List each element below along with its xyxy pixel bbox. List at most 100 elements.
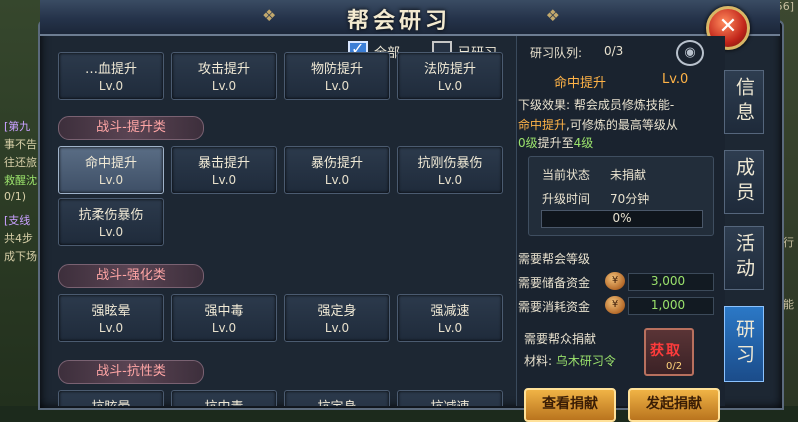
- skill-cell[interactable]: 抗减速: [397, 390, 503, 406]
- eye-icon[interactable]: ◉: [676, 40, 704, 66]
- skill-level: Lv.0: [98, 321, 124, 335]
- effect-line-2: 命中提升,可修炼的最高等级从: [518, 116, 678, 133]
- view-donations-button[interactable]: 查看捐献: [524, 388, 616, 422]
- skill-name: 抗柔伤暴伤: [78, 208, 144, 223]
- effect-line-1: 下级效果: 帮会成员修炼技能-: [518, 96, 674, 113]
- effect-from-level: 0级: [518, 136, 538, 150]
- skill-cell[interactable]: 攻击提升 Lv.0: [171, 52, 277, 100]
- skill-cell[interactable]: 强眩晕 Lv.0: [58, 294, 164, 342]
- skill-name: 强眩晕: [91, 304, 131, 319]
- material-count: 0/2: [666, 361, 683, 372]
- skill-name: 抗减速: [398, 396, 502, 406]
- req-store-label: 需要储备资金: [518, 276, 591, 290]
- effect-text: ,可修炼的最高等级从: [566, 118, 678, 132]
- skill-list-panel[interactable]: 全部 已研习 …血提升 Lv.0 攻击提升 Lv.0 物防提升 Lv.0 法防提…: [52, 36, 512, 406]
- tab-research[interactable]: 研习: [724, 306, 764, 382]
- skill-cell[interactable]: 强定身 Lv.0: [284, 294, 390, 342]
- skill-cell[interactable]: 暴击提升 Lv.0: [171, 146, 277, 194]
- category-header: 战斗-提升类: [58, 116, 204, 140]
- skill-name: 暴击提升: [197, 156, 250, 171]
- skill-cell[interactable]: 抗定身: [284, 390, 390, 406]
- skill-name: 物防提升: [310, 62, 363, 77]
- chat-line: [支线: [4, 214, 31, 227]
- effect-to-level: 4级: [573, 136, 594, 150]
- skill-level: Lv.0: [98, 173, 124, 187]
- skill-name: 强中毒: [204, 304, 244, 319]
- skill-level: Lv.0: [211, 321, 237, 335]
- skill-name: 抗刚伤暴伤: [417, 156, 483, 171]
- req-donate-label: 需要帮众捐献: [524, 332, 597, 346]
- chat-line: 救醒沈: [4, 174, 37, 187]
- get-label: 获取: [650, 343, 682, 359]
- state-value: 未捐献: [610, 168, 647, 182]
- skill-name: 命中提升: [84, 156, 137, 171]
- queue-label: 研习队列:: [530, 46, 583, 60]
- skill-cell[interactable]: 物防提升 Lv.0: [284, 52, 390, 100]
- detail-skill-level: Lv.0: [662, 72, 689, 87]
- get-material-button[interactable]: 获取 0/2: [644, 328, 694, 376]
- state-label: 当前状态: [542, 168, 591, 182]
- skill-level: Lv.0: [324, 79, 350, 93]
- skill-cell[interactable]: 强减速 Lv.0: [397, 294, 503, 342]
- skill-name: 抗眩晕: [59, 396, 163, 406]
- skill-cell[interactable]: …血提升 Lv.0: [58, 52, 164, 100]
- skill-cell[interactable]: 暴伤提升 Lv.0: [284, 146, 390, 194]
- progress-bar: 0%: [541, 210, 703, 228]
- start-donation-button[interactable]: 发起捐献: [628, 388, 720, 422]
- skill-name: 强减速: [430, 304, 470, 319]
- skill-level: Lv.0: [324, 173, 350, 187]
- upgrade-time-label: 升级时间: [542, 192, 591, 206]
- progress-text: 0%: [612, 211, 632, 225]
- skill-level: Lv.0: [211, 79, 237, 93]
- skill-cell[interactable]: 抗刚伤暴伤 Lv.0: [397, 146, 503, 194]
- category-header: 战斗-强化类: [58, 264, 204, 288]
- req-cost-label: 需要消耗资金: [518, 300, 591, 314]
- skill-level: Lv.0: [437, 79, 463, 93]
- chat-line: 0/1): [4, 190, 26, 203]
- tab-info[interactable]: 信息: [724, 70, 764, 134]
- skill-name: 暴伤提升: [310, 156, 363, 171]
- category-header: 战斗-抗性类: [58, 360, 204, 384]
- skill-cell[interactable]: 抗中毒: [171, 390, 277, 406]
- upgrade-time-value: 70分钟: [610, 192, 650, 206]
- tab-activities[interactable]: 活动: [724, 226, 764, 290]
- skill-name: 抗定身: [285, 396, 389, 406]
- chat-line: 往还旅: [4, 156, 37, 169]
- skill-name: 强定身: [317, 304, 357, 319]
- skill-level: Lv.0: [211, 173, 237, 187]
- effect-text: 提升至: [537, 136, 574, 150]
- skill-cell[interactable]: 强中毒 Lv.0: [171, 294, 277, 342]
- skill-cell-selected[interactable]: 命中提升 Lv.0: [58, 146, 164, 194]
- store-fund-bar: 3,000: [628, 273, 714, 291]
- store-fund-value: 3,000: [650, 274, 686, 288]
- material-label: 材料:: [524, 354, 553, 368]
- skill-level: Lv.0: [98, 225, 124, 239]
- material-line: 材料: 乌木研习令: [524, 352, 616, 369]
- queue-value: 0/3: [604, 44, 624, 58]
- material-value: 乌木研习令: [555, 354, 616, 368]
- detail-skill-name: 命中提升: [554, 76, 607, 91]
- fund-coin-icon: ¥: [605, 296, 625, 314]
- effect-prefix: 下级效果:: [518, 98, 571, 112]
- skill-cell[interactable]: 抗柔伤暴伤 Lv.0: [58, 198, 164, 246]
- skill-name: 抗中毒: [172, 396, 276, 406]
- skill-level: Lv.0: [437, 173, 463, 187]
- skill-name: 法防提升: [423, 62, 476, 77]
- cost-fund-value: 1,000: [650, 298, 686, 312]
- effect-text: 帮会成员修炼技能-: [573, 98, 675, 112]
- fund-coin-icon: ¥: [605, 272, 625, 290]
- tab-members[interactable]: 成员: [724, 150, 764, 214]
- effect-line-3: 0级提升至4级: [518, 134, 593, 151]
- skill-cell[interactable]: 法防提升 Lv.0: [397, 52, 503, 100]
- chat-line: 共4步: [4, 232, 33, 245]
- window-title: 帮会研习: [346, 8, 451, 34]
- chat-line: [第九: [4, 120, 31, 133]
- chat-line: 成下场: [4, 250, 37, 263]
- skill-level: Lv.0: [437, 321, 463, 335]
- skill-level: Lv.0: [98, 79, 124, 93]
- skill-cell[interactable]: 抗眩晕: [58, 390, 164, 406]
- skill-level: Lv.0: [324, 321, 350, 335]
- req-guild-level: 需要帮会等级: [518, 252, 591, 266]
- cost-fund-bar: 1,000: [628, 297, 714, 315]
- skill-name: 攻击提升: [197, 62, 250, 77]
